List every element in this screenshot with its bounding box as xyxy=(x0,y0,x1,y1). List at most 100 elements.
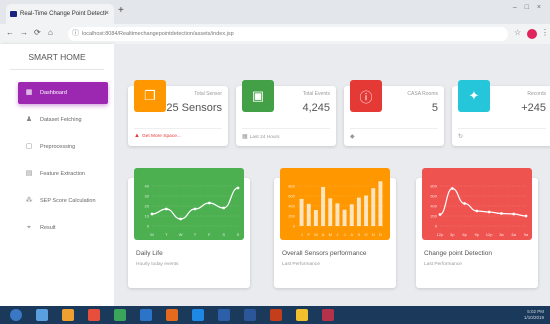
x-tick-label: M xyxy=(150,232,153,237)
folder-icon[interactable] xyxy=(218,309,230,321)
sidebar-item-preprocessing[interactable]: ▢ Preprocessing xyxy=(18,136,108,158)
stat-footer: ◆ xyxy=(350,128,438,140)
bar xyxy=(313,210,318,226)
word-icon[interactable] xyxy=(244,309,256,321)
forward-icon[interactable]: → xyxy=(20,28,28,37)
location-icon: ⌖ xyxy=(27,224,31,231)
window-controls[interactable]: – □ × xyxy=(513,4,544,11)
data-point xyxy=(164,207,168,211)
data-point xyxy=(179,217,183,221)
x-tick-label: A xyxy=(350,232,353,237)
bar xyxy=(299,198,304,226)
bookmark-star-icon[interactable]: ☆ xyxy=(514,28,521,37)
data-point xyxy=(475,209,479,213)
firefox-icon[interactable] xyxy=(166,309,178,321)
x-tick-label: T xyxy=(165,232,168,237)
media-icon[interactable] xyxy=(62,309,74,321)
bubble-chart-icon: ⁂ xyxy=(25,197,33,204)
sidebar-item-feature-extraction[interactable]: ▤ Feature Extraction xyxy=(18,163,108,185)
tab-close-icon[interactable]: × xyxy=(105,4,109,24)
x-tick-label: M xyxy=(329,232,332,237)
y-tick-label: 20 xyxy=(145,204,150,209)
data-point xyxy=(193,207,197,211)
x-tick-label: 3p xyxy=(450,232,455,237)
x-tick-label: S xyxy=(237,232,240,237)
data-point xyxy=(222,206,226,210)
sidebar-item-label: Dataset Fetching xyxy=(40,117,82,123)
local-offer-icon: ◆ xyxy=(350,134,355,140)
ie-icon[interactable] xyxy=(192,309,204,321)
date-range-icon: ▦ xyxy=(242,134,248,140)
stat-label: CASA Rooms xyxy=(407,91,438,97)
stat-footer: ▦ Last 24 Hours xyxy=(242,128,330,140)
chart-title: Daily Life xyxy=(136,250,163,257)
y-tick-label: 600 xyxy=(430,194,437,199)
y-tick-label: 0 xyxy=(293,224,296,229)
tab-title: Real-Time Change Point Detecti xyxy=(20,11,106,17)
x-tick-label: S xyxy=(222,232,225,237)
info-icon: ⓘ xyxy=(72,30,79,37)
stat-value: 25 Sensors xyxy=(166,102,222,114)
stat-label: Records xyxy=(527,91,546,97)
home-icon[interactable]: ⌂ xyxy=(48,28,53,37)
x-tick-label: 9a xyxy=(524,232,529,237)
address-bar[interactable]: ⓘ localhost:8084/Realtimechangepointdete… xyxy=(68,27,508,41)
data-point xyxy=(463,202,466,205)
bar xyxy=(349,204,354,226)
bar xyxy=(356,197,361,226)
twitter-icon: ✦ xyxy=(458,80,490,112)
x-tick-label: N xyxy=(372,232,375,237)
sidebar-item-dataset-fetching[interactable]: ♟ Dataset Fetching xyxy=(18,109,108,131)
profile-avatar[interactable] xyxy=(527,29,537,39)
more-menu-icon[interactable]: ⋮ xyxy=(541,28,549,37)
bar xyxy=(378,181,383,226)
stat-value: +245 xyxy=(521,102,546,114)
start-orb-icon[interactable] xyxy=(10,309,22,321)
sidebar-item-result[interactable]: ⌖ Result xyxy=(18,217,108,239)
stat-card: ▣ Total Events 4,245 ▦ Last 24 Hours xyxy=(236,80,336,146)
reload-icon[interactable]: ⟳ xyxy=(34,28,41,37)
x-tick-label: A xyxy=(322,232,325,237)
chart-subtitle: Hourly today events xyxy=(136,262,179,267)
url-text: localhost:8084/Realtimechangepointdetect… xyxy=(82,31,234,37)
browser-chrome: Real-Time Change Point Detecti × + – □ ×… xyxy=(0,0,550,44)
pdf-icon[interactable] xyxy=(270,309,282,321)
search-app-icon[interactable] xyxy=(296,309,308,321)
x-tick-label: F xyxy=(208,232,211,237)
sidebar-item-sep-score-calculation[interactable]: ⁂ SEP Score Calculation xyxy=(18,190,108,212)
stat-card: ❐ Total Sensor 25 Sensors ▲ Get More Space..… xyxy=(128,80,228,146)
office-icon[interactable] xyxy=(88,309,100,321)
x-tick-label: J xyxy=(336,232,338,237)
chart-panel: 0 200 400 600 800 J F M A M J J A S O N D xyxy=(280,168,390,240)
chrome-icon[interactable] xyxy=(140,309,152,321)
sidebar-item-dashboard[interactable]: ▦ Dashboard xyxy=(18,82,108,104)
system-tray[interactable]: 5:02 PM 1/10/2019 xyxy=(524,309,544,321)
bar xyxy=(328,198,333,226)
stat-footer[interactable]: ▲ Get More Space... xyxy=(134,128,222,139)
stat-footer-text: Last 24 Hours xyxy=(249,135,280,140)
x-tick-label: 6p xyxy=(462,232,467,237)
y-tick-label: 40 xyxy=(145,184,150,189)
x-tick-label: O xyxy=(365,232,368,237)
browser-tab[interactable]: Real-Time Change Point Detecti × xyxy=(6,4,114,24)
content-paste-icon: ▤ xyxy=(25,170,33,177)
brand-title: SMART HOME xyxy=(10,44,104,70)
new-tab-button[interactable]: + xyxy=(118,5,124,16)
chart-subtitle: Last Performance xyxy=(282,262,320,267)
chart-subtitle: Last Performance xyxy=(424,262,462,267)
update-icon: ↻ xyxy=(458,134,464,140)
stat-footer-text: Get More Space... xyxy=(141,134,181,139)
app-icon[interactable] xyxy=(114,309,126,321)
stat-card: ⓘ CASA Rooms 5 ◆ xyxy=(344,80,444,146)
info-outline-icon: ⓘ xyxy=(350,80,382,112)
y-tick-label: 10 xyxy=(145,214,150,219)
data-point xyxy=(236,186,240,190)
x-tick-label: M xyxy=(314,232,317,237)
back-icon[interactable]: ← xyxy=(6,28,14,37)
data-point xyxy=(500,212,503,215)
app-red-icon[interactable] xyxy=(322,309,334,321)
content-copy-icon: ❐ xyxy=(134,80,166,112)
chart-svg: 0 10 20 30 40 M T W T F S S xyxy=(145,184,240,238)
x-tick-label: 6a xyxy=(511,232,516,237)
explorer-icon[interactable] xyxy=(36,309,48,321)
